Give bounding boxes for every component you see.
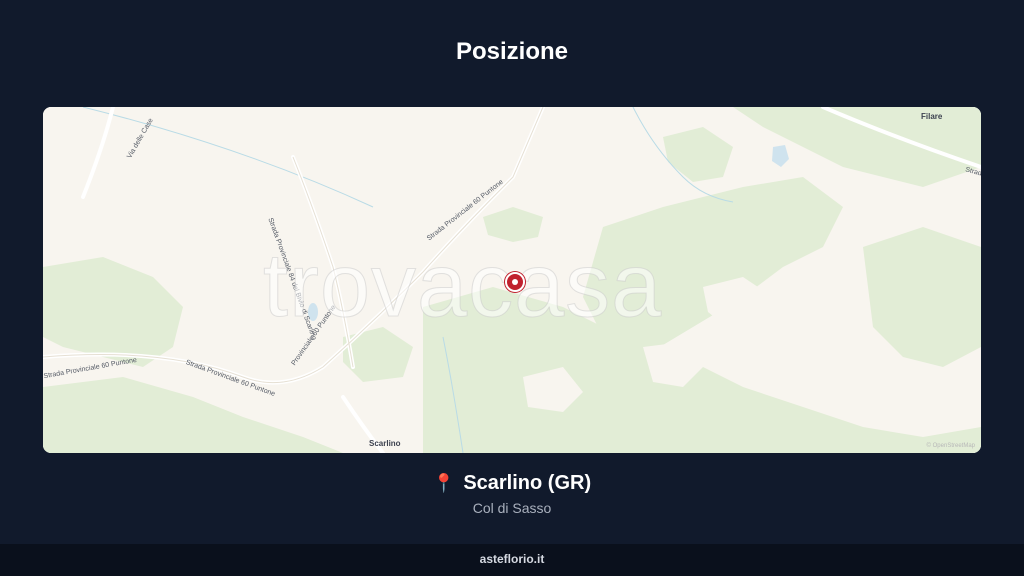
watermark: trovacasa: [262, 236, 663, 337]
location-row: 📍 Scarlino (GR): [0, 472, 1024, 495]
pin-icon: 📍: [432, 473, 456, 493]
map-attribution[interactable]: © OpenStreetMap: [927, 443, 975, 449]
footer-text[interactable]: asteflorio.it: [480, 552, 545, 566]
location-marker[interactable]: [505, 272, 525, 292]
footer: asteflorio.it: [0, 544, 1024, 576]
page-title: Posizione: [455, 38, 569, 65]
town-label-filare: Filare: [921, 112, 943, 121]
map[interactable]: Via delle Case Strada Provinciale 84 del…: [43, 107, 981, 453]
town-label-scarlino: Scarlino: [369, 439, 401, 448]
location-name: Scarlino (GR): [463, 472, 592, 494]
location-detail: Col di Sasso: [472, 500, 552, 516]
